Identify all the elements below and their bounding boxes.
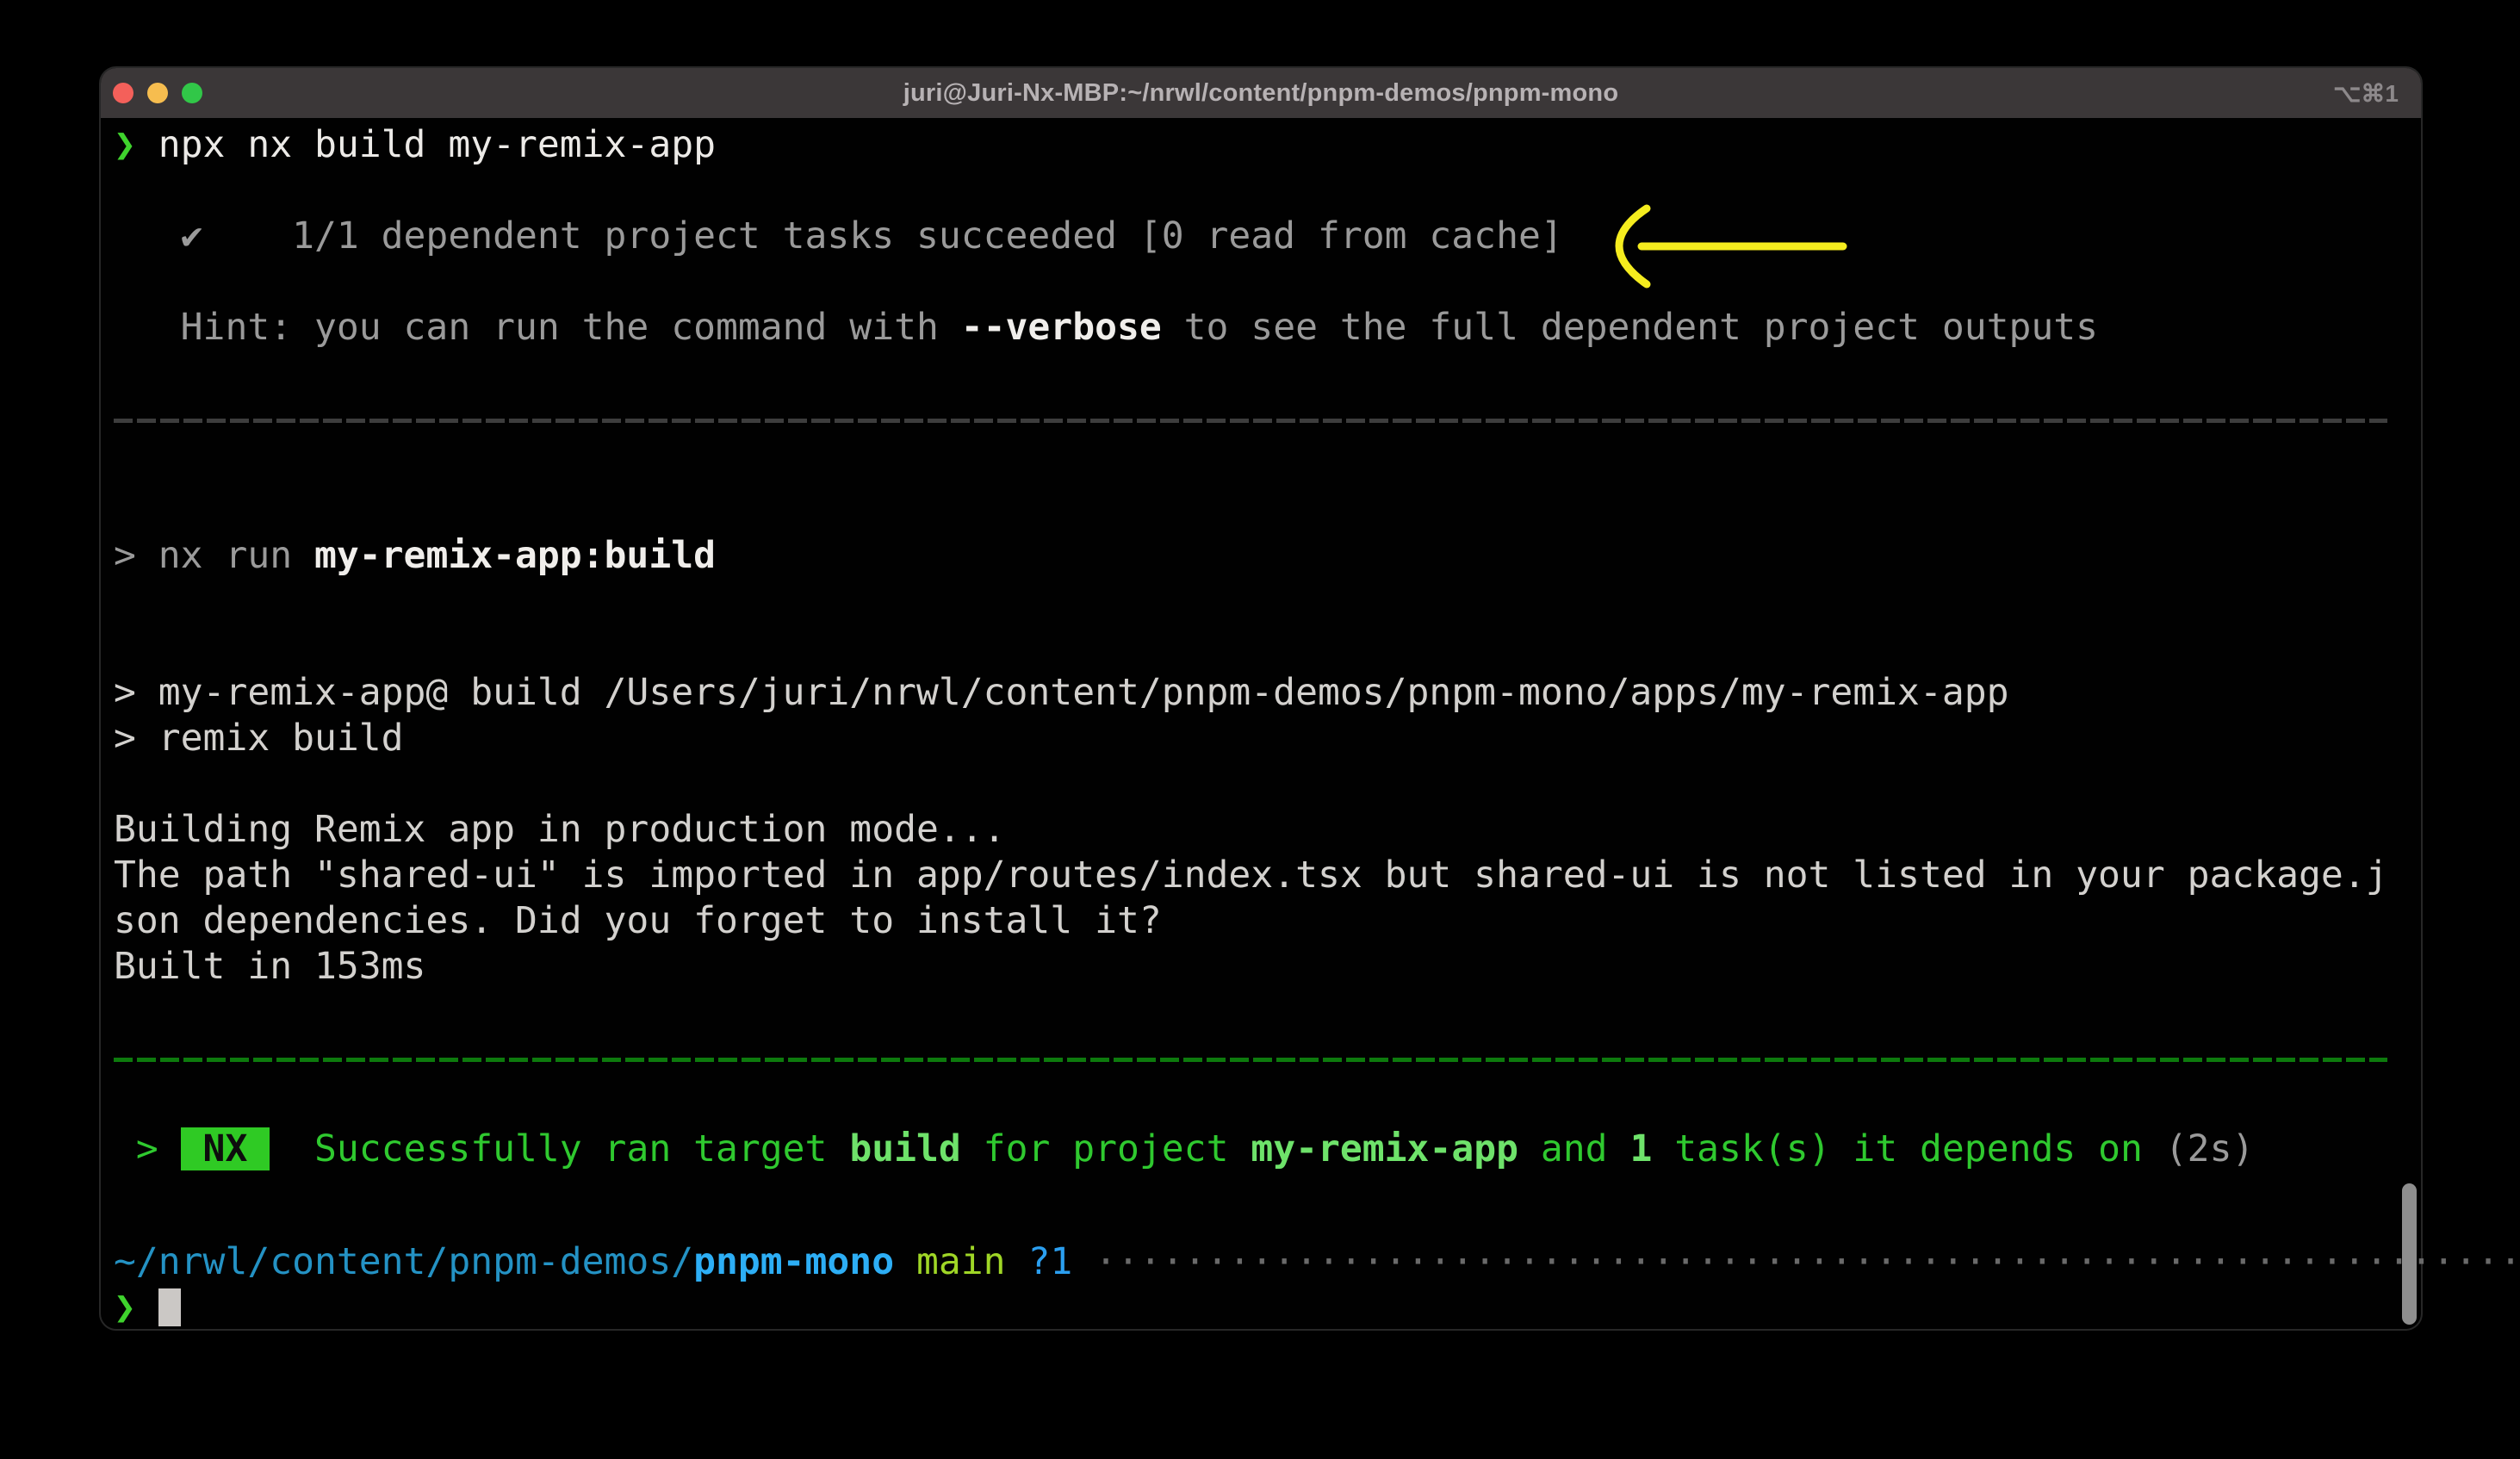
text-segment: 1 (1629, 1127, 1652, 1170)
command-text: npx nx build my-remix-app (136, 123, 716, 166)
terminal-line: ❯ (114, 1285, 2421, 1331)
close-button[interactable] (113, 83, 133, 103)
text-segment (1072, 1240, 1095, 1283)
divider-green (114, 1035, 2421, 1081)
terminal-line: The path "shared-ui" is imported in app/… (114, 853, 2421, 898)
terminal-line: Built in 153ms (114, 944, 2421, 990)
desktop-background: juri@Juri-Nx-MBP:~/nrwl/content/pnpm-dem… (0, 0, 2520, 1459)
text-segment: and (1518, 1127, 1629, 1170)
terminal-window: juri@Juri-Nx-MBP:~/nrwl/content/pnpm-dem… (99, 66, 2423, 1331)
terminal-line (114, 761, 2421, 807)
terminal-line: > remix build (114, 716, 2421, 761)
terminal-line (114, 1081, 2421, 1127)
nx-run-target: my-remix-app:build (314, 534, 716, 577)
prompt-fill-dots: ········································… (1095, 1240, 2520, 1283)
terminal-line: ❯ npx nx build my-remix-app (114, 122, 2421, 168)
text-segment (1006, 1240, 1028, 1283)
terminal-line: ~/nrwl/content/pnpm-demos/pnpm-mono main… (114, 1239, 2421, 1285)
text-segment: son dependencies. Did you forget to inst… (114, 899, 1162, 942)
prompt-icon: ❯ (114, 123, 136, 166)
git-branch: main (916, 1240, 1006, 1283)
prompt-icon: ❯ (114, 1286, 136, 1329)
text-segment: build (849, 1127, 960, 1170)
terminal-line (114, 990, 2421, 1035)
minimize-button[interactable] (147, 83, 168, 103)
text-segment: for project (961, 1127, 1251, 1170)
text-segment: > nx run (114, 534, 314, 577)
text-segment: > my-remix-app@ build /Users/juri/nrwl/c… (114, 671, 2009, 714)
terminal-line (114, 579, 2421, 624)
verbose-flag: --verbose (961, 306, 1162, 349)
terminal-line: > nx run my-remix-app:build (114, 533, 2421, 579)
text-segment (136, 1286, 158, 1329)
text-segment: to see the full dependent project output… (1162, 306, 2098, 349)
text-segment (894, 1240, 916, 1283)
yellow-arrow-annotation (1578, 202, 1862, 292)
traffic-lights (113, 68, 202, 118)
text-segment: task(s) it depends on (1652, 1127, 2164, 1170)
task-success-message: ✔ 1/1 dependent project tasks succeeded … (114, 214, 1563, 258)
duration-label: (2s) (2165, 1127, 2255, 1170)
scrollbar[interactable] (2402, 1183, 2418, 1325)
terminal-line (114, 487, 2421, 533)
divider-line (114, 419, 2387, 423)
terminal-line (114, 168, 2421, 214)
text-segment: > remix build (114, 717, 404, 760)
terminal-line: > my-remix-app@ build /Users/juri/nrwl/c… (114, 670, 2421, 716)
terminal-line: ✔ 1/1 dependent project tasks succeeded … (114, 214, 2421, 259)
text-segment: Hint: you can run the command with (114, 306, 961, 349)
terminal-line: Building Remix app in production mode... (114, 807, 2421, 853)
terminal-line (114, 259, 2421, 305)
cwd-dirname: pnpm-mono (693, 1240, 894, 1283)
git-status: ?1 (1027, 1240, 1072, 1283)
terminal-output[interactable]: ❯ npx nx build my-remix-app ✔ 1/1 depend… (101, 118, 2421, 1331)
nx-badge: NX (181, 1127, 270, 1170)
text-segment: Built in 153ms (114, 945, 425, 988)
terminal-line (114, 351, 2421, 396)
terminal-cursor[interactable] (158, 1288, 181, 1326)
terminal-line (114, 624, 2421, 670)
scrollbar-thumb[interactable] (2402, 1183, 2417, 1325)
titlebar[interactable]: juri@Juri-Nx-MBP:~/nrwl/content/pnpm-dem… (101, 68, 2421, 118)
text-segment: The path "shared-ui" is imported in app/… (114, 854, 2388, 897)
fullscreen-button[interactable] (182, 83, 202, 103)
divider-gray (114, 396, 2421, 442)
terminal-line: son dependencies. Did you forget to inst… (114, 898, 2421, 944)
terminal-line: > NX Successfully ran target build for p… (114, 1127, 2421, 1172)
divider-line (114, 1058, 2387, 1062)
cwd-path: ~/nrwl/content/pnpm-demos/ (114, 1240, 693, 1283)
window-title: juri@Juri-Nx-MBP:~/nrwl/content/pnpm-dem… (903, 79, 1619, 108)
terminal-line (114, 442, 2421, 487)
terminal-line (114, 1172, 2421, 1239)
text-segment: Building Remix app in production mode... (114, 808, 1006, 851)
text-segment: > (114, 1127, 181, 1170)
terminal-line: Hint: you can run the command with --ver… (114, 305, 2421, 351)
tab-shortcut-label: ⌥⌘1 (2333, 68, 2399, 118)
text-segment: my-remix-app (1251, 1127, 1518, 1170)
text-segment (270, 1127, 314, 1170)
text-segment: Successfully ran target (314, 1127, 849, 1170)
